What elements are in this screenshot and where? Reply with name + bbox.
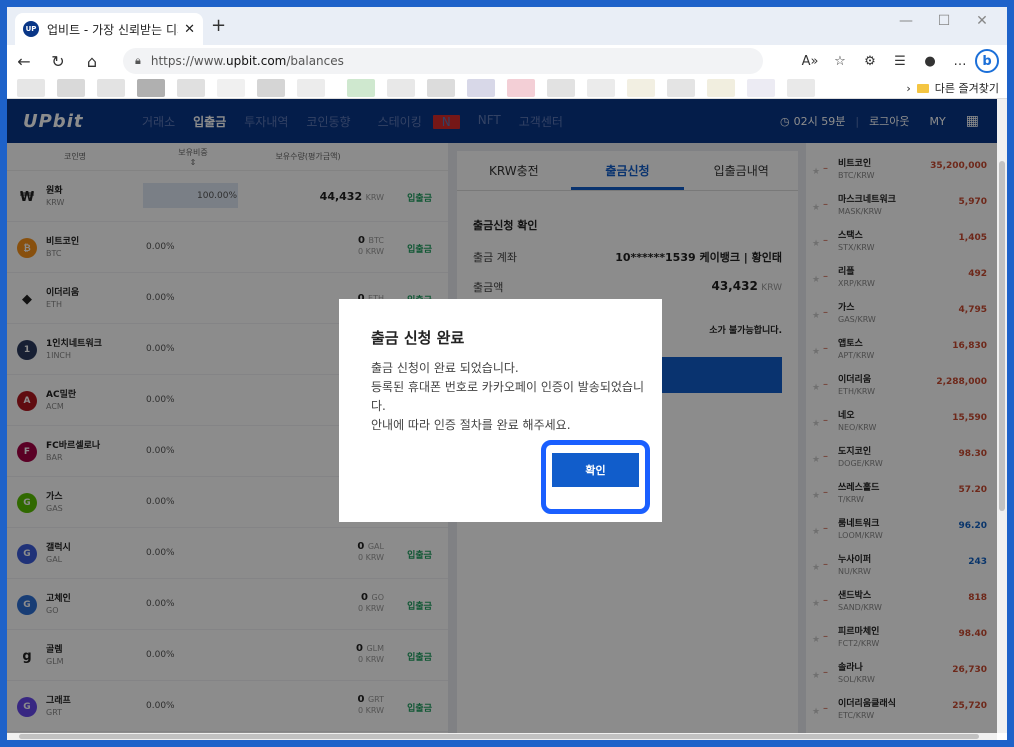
vertical-scrollbar[interactable] bbox=[997, 99, 1007, 733]
scroll-thumb[interactable] bbox=[19, 734, 979, 739]
favorite-item[interactable] bbox=[787, 79, 815, 97]
tab-title: 업비트 - 가장 신뢰받는 디지털 자 bbox=[47, 22, 178, 37]
profile-icon[interactable]: ● bbox=[915, 54, 945, 69]
favorite-item[interactable] bbox=[177, 79, 205, 97]
upbit-favicon-icon: UP bbox=[23, 21, 39, 37]
refresh-icon[interactable]: ↻ bbox=[41, 52, 75, 71]
favorite-item[interactable] bbox=[427, 79, 455, 97]
maximize-icon[interactable]: ☐ bbox=[925, 13, 963, 29]
url-prefix: https://www. bbox=[150, 54, 227, 68]
favorite-item[interactable] bbox=[547, 79, 575, 97]
other-favorites[interactable]: › 다른 즐겨찾기 bbox=[906, 80, 999, 96]
scroll-thumb[interactable] bbox=[999, 161, 1005, 511]
favorite-item[interactable] bbox=[257, 79, 285, 97]
dialog-line: 등록된 휴대폰 번호로 카카오페이 인증이 발송되었습니다. bbox=[371, 380, 644, 413]
other-favorites-label: 다른 즐겨찾기 bbox=[934, 82, 999, 95]
folder-icon bbox=[916, 83, 929, 93]
horizontal-scrollbar[interactable] bbox=[7, 733, 997, 740]
add-favorite-icon[interactable]: ☆ bbox=[825, 54, 855, 69]
favorites-bar: › 다른 즐겨찾기 bbox=[7, 77, 1007, 99]
url-domain: upbit.com bbox=[226, 54, 287, 68]
address-bar: ← ↻ ⌂ 🔒︎ https://www. upbit.com/balances … bbox=[7, 45, 1007, 77]
favorite-item[interactable] bbox=[57, 79, 85, 97]
extensions-icon[interactable]: ⚙ bbox=[855, 54, 885, 69]
favorite-item[interactable] bbox=[707, 79, 735, 97]
back-icon[interactable]: ← bbox=[7, 52, 41, 71]
favorite-item[interactable] bbox=[507, 79, 535, 97]
favorite-item[interactable] bbox=[747, 79, 775, 97]
favorite-item[interactable] bbox=[137, 79, 165, 97]
withdraw-complete-dialog: 출금 신청 완료 출금 신청이 완료 되었습니다. 등록된 휴대폰 번호로 카카… bbox=[339, 299, 662, 522]
close-window-icon[interactable]: ✕ bbox=[963, 13, 1001, 29]
read-aloud-icon[interactable]: A» bbox=[795, 54, 825, 69]
url-field[interactable]: 🔒︎ https://www. upbit.com/balances bbox=[123, 48, 763, 74]
favorite-item[interactable] bbox=[587, 79, 615, 97]
bing-icon[interactable]: b bbox=[975, 49, 999, 73]
minimize-icon[interactable]: — bbox=[887, 13, 925, 29]
favorite-item[interactable] bbox=[217, 79, 245, 97]
favorite-item[interactable] bbox=[467, 79, 495, 97]
dialog-title: 출금 신청 완료 bbox=[371, 329, 465, 347]
url-path: /balances bbox=[286, 54, 344, 68]
favorite-item[interactable] bbox=[297, 79, 325, 97]
browser-tab[interactable]: UP 업비트 - 가장 신뢰받는 디지털 자 ✕ bbox=[15, 13, 203, 45]
chevron-right-icon: › bbox=[906, 81, 911, 95]
confirm-button[interactable]: 확인 bbox=[552, 453, 639, 487]
favorite-item[interactable] bbox=[387, 79, 415, 97]
tab-bar: UP 업비트 - 가장 신뢰받는 디지털 자 ✕ + — ☐ ✕ bbox=[7, 7, 1007, 45]
confirm-highlight: 확인 bbox=[541, 440, 650, 514]
favorite-item[interactable] bbox=[667, 79, 695, 97]
favorite-item[interactable] bbox=[97, 79, 125, 97]
browser-window: UP 업비트 - 가장 신뢰받는 디지털 자 ✕ + — ☐ ✕ ← ↻ ⌂ 🔒… bbox=[7, 7, 1007, 740]
dialog-line: 출금 신청이 완료 되었습니다. bbox=[371, 361, 519, 375]
dialog-line: 안내에 따라 인증 절차를 완료 해주세요. bbox=[371, 418, 571, 432]
dialog-message: 출금 신청이 완료 되었습니다. 등록된 휴대폰 번호로 카카오페이 인증이 발… bbox=[371, 359, 646, 435]
browser-toolbar: A» ☆ ⚙ ☰ ● … b bbox=[795, 49, 999, 73]
favorite-item[interactable] bbox=[627, 79, 655, 97]
favorites-icon[interactable]: ☰ bbox=[885, 54, 915, 69]
favorite-item[interactable] bbox=[17, 79, 45, 97]
new-tab-icon[interactable]: + bbox=[211, 15, 226, 36]
close-tab-icon[interactable]: ✕ bbox=[184, 22, 195, 37]
home-icon[interactable]: ⌂ bbox=[75, 52, 109, 71]
favorite-item[interactable] bbox=[347, 79, 375, 97]
lock-icon: 🔒︎ bbox=[135, 54, 141, 67]
window-controls: — ☐ ✕ bbox=[887, 13, 1001, 29]
more-icon[interactable]: … bbox=[945, 54, 975, 69]
